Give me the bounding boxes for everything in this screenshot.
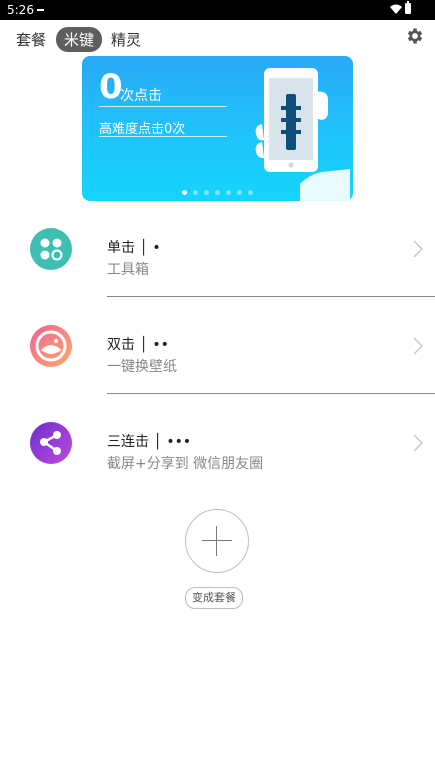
phone-illustration-icon — [255, 68, 350, 201]
action-subtitle: 一键换壁纸 — [107, 359, 177, 375]
divider — [99, 106, 227, 107]
notification-dash-icon — [37, 9, 44, 11]
add-action-button[interactable] — [185, 509, 249, 573]
action-subtitle: 截屏+分享到 微信朋友圈 — [107, 456, 264, 472]
banner-page-indicator — [82, 190, 353, 196]
page-dot — [226, 190, 231, 195]
convert-to-package-button[interactable]: 变成套餐 — [185, 587, 243, 609]
action-title: 三连击 │ ••• — [107, 434, 192, 450]
wallpaper-icon — [30, 325, 72, 367]
chevron-right-icon — [413, 337, 423, 355]
action-row-double-click[interactable]: 双击 │ •• 一键换壁纸 — [0, 297, 435, 394]
apps-grid-icon — [30, 228, 72, 270]
chevron-right-icon — [413, 240, 423, 258]
page-dot — [215, 190, 220, 195]
action-row-triple-click[interactable]: 三连击 │ ••• 截屏+分享到 微信朋友圈 — [0, 394, 435, 491]
tab-sprite[interactable]: 精灵 — [111, 29, 141, 50]
action-row-single-click[interactable]: 单击 │ • 工具箱 — [0, 200, 435, 297]
page-dot — [237, 190, 242, 195]
page-dot — [182, 190, 187, 195]
page-dot — [248, 190, 253, 195]
share-icon — [30, 422, 72, 464]
chevron-right-icon — [413, 434, 423, 452]
page-dot — [193, 190, 198, 195]
click-stats-banner[interactable]: 0 次点击 高难度点击0次 — [82, 56, 353, 201]
gear-icon[interactable] — [405, 26, 425, 46]
status-time: 5:26 — [7, 3, 34, 17]
divider — [99, 136, 227, 137]
battery-icon — [405, 1, 411, 14]
difficulty-text: 高难度点击0次 — [99, 122, 186, 137]
click-count-label: 次点击 — [120, 88, 162, 104]
action-title: 双击 │ •• — [107, 337, 169, 353]
status-bar: 5:26 — [0, 0, 435, 20]
tab-mi-key[interactable]: 米键 — [56, 27, 103, 52]
wifi-icon — [390, 4, 402, 14]
top-tabs: 套餐 米键 精灵 — [0, 22, 435, 56]
action-title: 单击 │ • — [107, 240, 161, 256]
tab-package[interactable]: 套餐 — [16, 29, 46, 50]
page-dot — [204, 190, 209, 195]
action-subtitle: 工具箱 — [107, 262, 149, 278]
